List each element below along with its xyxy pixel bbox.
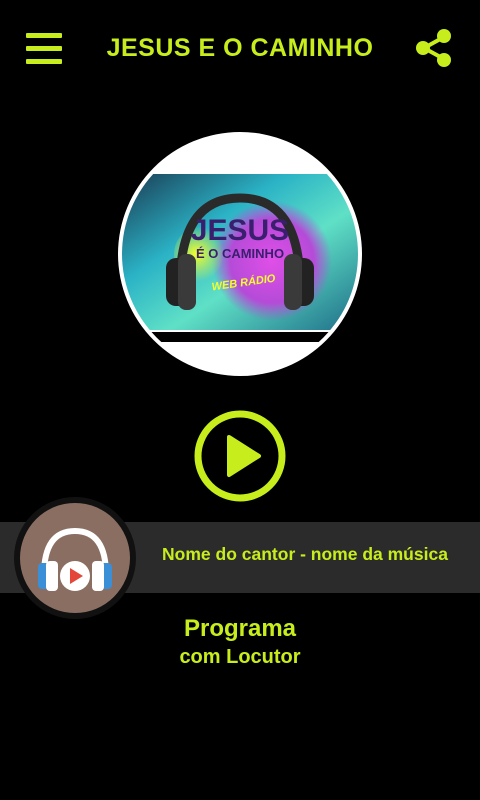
play-icon (194, 410, 286, 502)
station-logo: JESUS É O CAMINHO WEB RÁDIO (118, 132, 362, 376)
program-info: Programa com Locutor (0, 614, 480, 670)
headphones-play-icon (38, 527, 112, 591)
top-bar: JESUS E O CAMINHO (0, 0, 480, 100)
album-cover (14, 497, 136, 619)
share-icon (416, 29, 451, 67)
program-title: Programa (183, 615, 297, 642)
play-button[interactable] (193, 409, 287, 503)
logo-line2: É O CAMINHO (196, 246, 284, 261)
program-host: com Locutor (179, 646, 301, 668)
app-title: JESUS E O CAMINHO (106, 34, 374, 62)
share-button[interactable] (412, 26, 456, 70)
station-logo-image: JESUS É O CAMINHO WEB RÁDIO (122, 174, 358, 372)
logo-line1: JESUS (191, 214, 289, 247)
now-playing-text: Nome do cantor - nome da música (162, 544, 448, 564)
